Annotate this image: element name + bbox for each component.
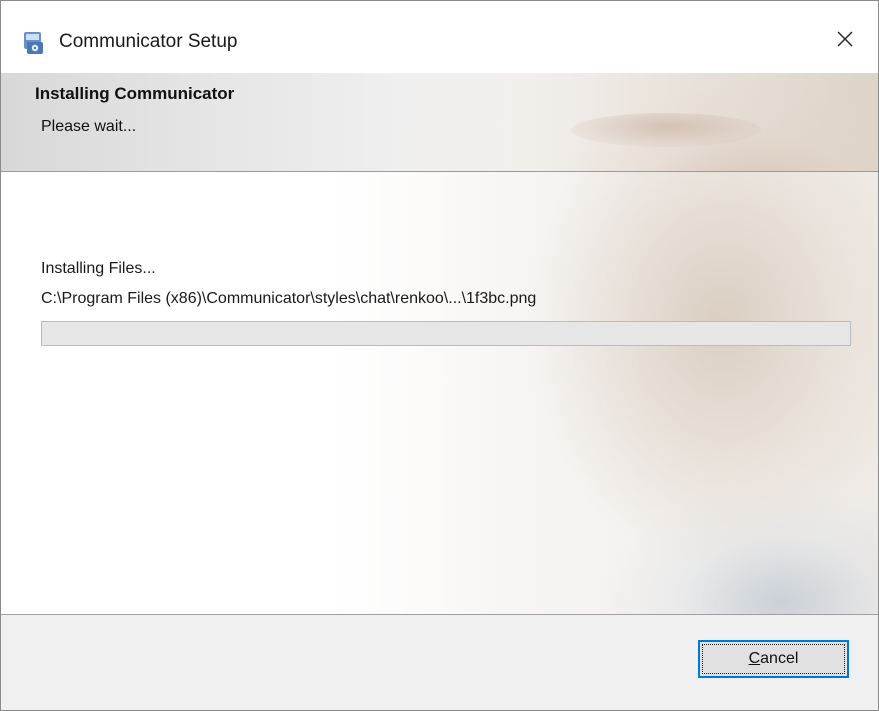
- setup-app-icon: [21, 30, 47, 56]
- current-file-path: C:\Program Files (x86)\Communicator\styl…: [41, 290, 537, 307]
- setup-dialog: Communicator Setup Installing Communicat…: [0, 0, 879, 711]
- install-progress-bar: [41, 321, 851, 346]
- install-status-label: Installing Files...: [41, 260, 156, 277]
- page-title: Installing Communicator: [35, 84, 235, 103]
- page-subtitle: Please wait...: [41, 118, 137, 135]
- cancel-label-rest: ancel: [760, 650, 799, 667]
- wizard-header: Installing Communicator Please wait...: [1, 73, 878, 172]
- close-icon: [836, 30, 854, 53]
- window-title: Communicator Setup: [59, 31, 238, 52]
- wizard-body: Installing Files... C:\Program Files (x8…: [1, 172, 878, 615]
- button-bar: Cancel: [1, 615, 878, 710]
- close-button[interactable]: [822, 21, 868, 61]
- cancel-button[interactable]: Cancel: [698, 640, 849, 678]
- cancel-mnemonic: C: [748, 650, 761, 667]
- header-background-detail: [571, 113, 761, 147]
- title-bar[interactable]: Communicator Setup: [1, 1, 878, 54]
